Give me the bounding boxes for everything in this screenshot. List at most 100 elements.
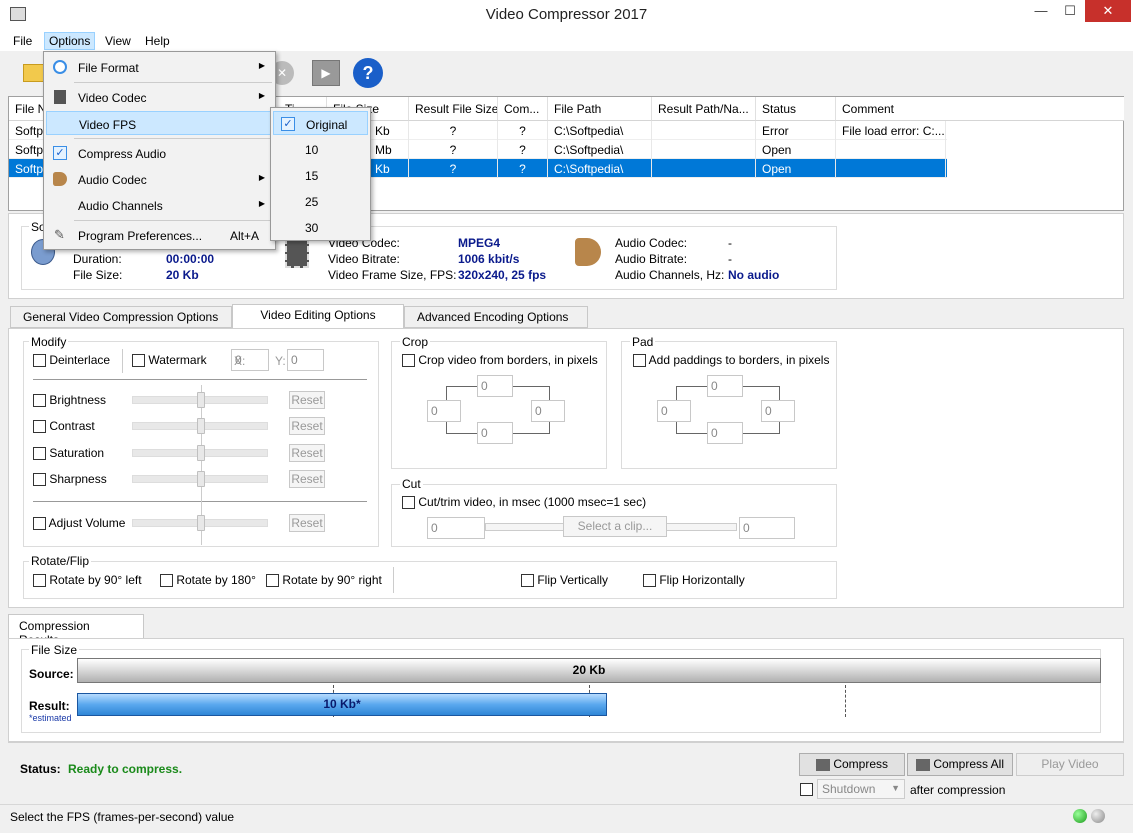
tab-general[interactable]: General Video Compression Options: [10, 306, 232, 328]
cut-title: Cut: [400, 477, 423, 491]
sharpness-reset-button[interactable]: Reset: [289, 470, 325, 488]
help-icon: ?: [353, 58, 383, 88]
crop-right-input[interactable]: 0: [531, 400, 565, 422]
menu-item-file-format[interactable]: File Format ▶: [46, 55, 273, 79]
menu-item-compress-audio[interactable]: ✓ Compress Audio: [46, 141, 273, 165]
menu-item-fps-10[interactable]: 10: [273, 137, 368, 161]
menu-file[interactable]: File: [9, 33, 36, 51]
fps-submenu: ✓ Original 10 15 25 30: [270, 107, 371, 241]
estimated-note: *estimated: [29, 713, 72, 723]
menu-separator: [74, 82, 272, 83]
duration-value: 00:00:00: [166, 252, 215, 266]
menu-item-audio-codec[interactable]: Audio Codec ▶: [46, 167, 273, 191]
sharpness-checkbox[interactable]: Sharpness: [33, 472, 107, 487]
pad-top-input[interactable]: 0: [707, 375, 743, 397]
flip-horizontally-checkbox[interactable]: Flip Horizontally: [643, 573, 745, 588]
result-size-bar: 10 Kb*: [77, 693, 607, 716]
help-button[interactable]: ?: [350, 55, 386, 91]
watermark-checkbox[interactable]: Watermark: [132, 353, 207, 368]
pad-title: Pad: [630, 335, 656, 349]
shortcut-label: Alt+A: [229, 229, 259, 243]
statusbar-text: Select the FPS (frames-per-second) value: [10, 810, 235, 824]
maximize-button[interactable]: ☐: [1056, 0, 1084, 22]
cut-checkbox[interactable]: Cut/trim video, in msec (1000 msec=1 sec…: [402, 495, 646, 510]
cut-end-input[interactable]: 0: [739, 517, 795, 539]
flip-vertically-checkbox[interactable]: Flip Vertically: [521, 573, 608, 588]
shutdown-checkbox[interactable]: [800, 782, 813, 797]
check-icon: ✓: [281, 117, 295, 131]
crop-title: Crop: [400, 335, 431, 349]
brightness-reset-button[interactable]: Reset: [289, 391, 325, 409]
menu-separator: [74, 220, 272, 221]
crop-left-input[interactable]: 0: [427, 400, 461, 422]
menu-item-fps-25[interactable]: 25: [273, 189, 368, 213]
contrast-thumb[interactable]: [197, 418, 205, 434]
crop-top-input[interactable]: 0: [477, 375, 513, 397]
menu-item-video-fps[interactable]: Video FPS: [46, 111, 273, 135]
audio-codec-label: Audio Codec:: [615, 236, 688, 250]
tab-advanced[interactable]: Advanced Encoding Options: [404, 306, 588, 328]
watermark-y-input[interactable]: 0: [287, 349, 324, 371]
rotate-90-left-checkbox[interactable]: Rotate by 90° left: [33, 573, 142, 588]
audio-bitrate-value: -: [728, 252, 732, 266]
shutdown-select[interactable]: Shutdown ▼: [817, 779, 905, 799]
watermark-x-input[interactable]: 0: [231, 349, 269, 371]
menu-item-video-codec[interactable]: Video Codec ▶: [46, 85, 273, 109]
volume-thumb[interactable]: [197, 515, 205, 531]
tab-compression-results[interactable]: Compression Results: [8, 614, 144, 647]
rotate-180-checkbox[interactable]: Rotate by 180°: [160, 573, 256, 588]
menu-view[interactable]: View: [101, 33, 135, 51]
contrast-reset-button[interactable]: Reset: [289, 417, 325, 435]
menu-separator: [74, 138, 272, 139]
pad-right-input[interactable]: 0: [761, 400, 795, 422]
deinterlace-checkbox[interactable]: Deinterlace: [33, 353, 110, 368]
menu-item-fps-15[interactable]: 15: [273, 163, 368, 187]
saturation-reset-button[interactable]: Reset: [289, 444, 325, 462]
menu-item-program-preferences[interactable]: ✎ Program Preferences... Alt+A: [46, 223, 273, 247]
col-header-status[interactable]: Status: [756, 97, 836, 121]
menu-item-fps-30[interactable]: 30: [273, 215, 368, 239]
play-video-button[interactable]: Play Video: [1016, 753, 1124, 776]
saturation-thumb[interactable]: [197, 445, 205, 461]
divider: [393, 567, 394, 593]
folder-icon: [23, 64, 45, 82]
col-header-comment[interactable]: Comment: [836, 97, 1124, 121]
submenu-arrow-icon: ▶: [258, 173, 265, 182]
brightness-checkbox[interactable]: Brightness: [33, 393, 106, 408]
crop-checkbox[interactable]: Crop video from borders, in pixels: [402, 353, 598, 368]
compress-button[interactable]: Compress: [799, 753, 905, 776]
col-header-path[interactable]: File Path: [548, 97, 652, 121]
close-button[interactable]: ✕: [1085, 0, 1131, 22]
pad-left-input[interactable]: 0: [657, 400, 691, 422]
audio-channels-label: Audio Channels, Hz:: [615, 268, 725, 282]
tab-video-editing[interactable]: Video Editing Options: [232, 304, 404, 329]
file-size-value: 20 Kb: [166, 268, 199, 282]
crop-bottom-input[interactable]: 0: [477, 422, 513, 444]
col-header-result-size[interactable]: Result File Size: [409, 97, 498, 121]
menu-item-audio-channels[interactable]: Audio Channels ▶: [46, 193, 273, 217]
pad-bottom-input[interactable]: 0: [707, 422, 743, 444]
menu-item-fps-original[interactable]: ✓ Original: [273, 111, 368, 135]
video-bitrate-value: 1006 kbit/s: [458, 252, 520, 266]
select-clip-button[interactable]: Select a clip...: [563, 516, 667, 537]
status-label: Status:: [20, 762, 61, 776]
col-header-compression[interactable]: Com...: [498, 97, 548, 121]
menu-help[interactable]: Help: [141, 33, 174, 51]
minimize-button[interactable]: —: [1027, 0, 1055, 22]
compress-all-button[interactable]: Compress All: [907, 753, 1013, 776]
menu-options[interactable]: Options: [44, 32, 96, 50]
saturation-checkbox[interactable]: Saturation: [33, 446, 104, 461]
status-text: Ready to compress.: [68, 762, 183, 776]
rotate-90-right-checkbox[interactable]: Rotate by 90° right: [266, 573, 382, 588]
pad-checkbox[interactable]: Add paddings to borders, in pixels: [633, 353, 829, 368]
col-header-result-path[interactable]: Result Path/Na...: [652, 97, 756, 121]
volume-reset-button[interactable]: Reset: [289, 514, 325, 532]
cut-start-input[interactable]: 0: [427, 517, 485, 539]
source-size-value: 20 Kb: [572, 663, 606, 677]
brightness-thumb[interactable]: [197, 392, 205, 408]
adjust-volume-checkbox[interactable]: Adjust Volume: [33, 516, 125, 531]
contrast-checkbox[interactable]: Contrast: [33, 419, 95, 434]
play-button[interactable]: ▶: [308, 55, 344, 91]
submenu-arrow-icon: ▶: [258, 199, 265, 208]
sharpness-thumb[interactable]: [197, 471, 205, 487]
